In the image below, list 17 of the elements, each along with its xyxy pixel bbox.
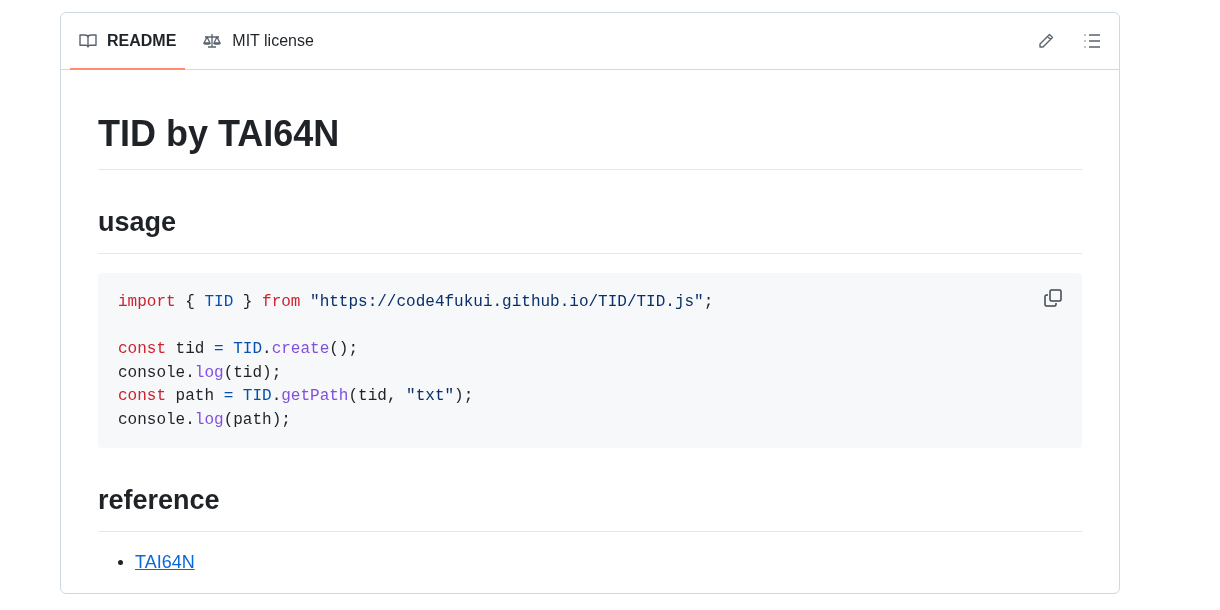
pencil-icon (1037, 32, 1055, 50)
section-heading: reference (98, 484, 221, 517)
reference-link[interactable]: TAI64N (135, 552, 195, 573)
code-line: console.log(path); (118, 409, 291, 431)
code-line: console.log(tid); (118, 362, 282, 384)
code-line: import { TID } from "https://code4fukui.github.io/TID/TID.js"; (118, 292, 714, 313)
book-icon (79, 32, 97, 49)
copy-icon (1043, 288, 1063, 308)
code-line: const tid = TID.create(); (118, 339, 359, 360)
page-title: TID by TAI64N (98, 112, 341, 156)
list-icon (1083, 33, 1101, 49)
tab[interactable]: MIT license (193, 13, 323, 70)
scale-icon (202, 32, 223, 49)
section-heading: usage (98, 206, 178, 239)
bullet-icon (118, 560, 123, 565)
tab[interactable]: README (70, 13, 186, 70)
code-line: const path = TID.getPath(tid, "txt"); (118, 386, 474, 407)
